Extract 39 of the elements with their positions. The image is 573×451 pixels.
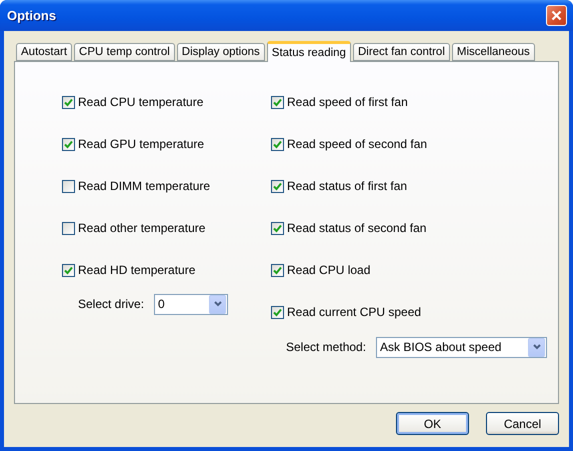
tab[interactable]: Display options: [176, 43, 265, 61]
checkbox[interactable]: [62, 264, 75, 276]
checkbox-label: Read CPU load: [287, 263, 370, 277]
checkbox-label: Read status of second fan: [287, 221, 426, 235]
checkbox[interactable]: [271, 180, 284, 192]
select-label: Select method:: [286, 340, 366, 354]
window-title: Options: [7, 8, 56, 23]
checkbox-label: Read DIMM temperature: [78, 179, 210, 193]
checkbox-label: Read speed of second fan: [287, 137, 428, 151]
dialog-button[interactable]: Cancel: [486, 412, 559, 435]
checkbox[interactable]: [62, 180, 75, 192]
checkbox[interactable]: [62, 96, 75, 108]
checkbox-label: Read status of first fan: [287, 179, 408, 193]
dropdown[interactable]: 0: [154, 294, 228, 314]
checkbox[interactable]: [271, 96, 284, 108]
checkbox[interactable]: [271, 222, 284, 234]
close-icon: [551, 10, 562, 21]
chevron-down-icon: [528, 338, 546, 356]
checkbox-label: Read other temperature: [78, 221, 206, 235]
checkbox[interactable]: [62, 138, 75, 150]
checkbox[interactable]: [271, 306, 284, 318]
tab[interactable]: Autostart: [16, 43, 72, 61]
checkbox[interactable]: [271, 264, 284, 276]
dropdown[interactable]: Ask BIOS about speed: [376, 336, 548, 358]
tab[interactable]: Direct fan control: [352, 43, 450, 61]
checkbox[interactable]: [62, 222, 75, 234]
tab[interactable]: Miscellaneous: [452, 43, 535, 61]
select-label: Select drive:: [78, 297, 144, 311]
checkbox[interactable]: [271, 138, 284, 150]
chevron-down-icon: [209, 294, 226, 314]
checkbox-label: Read GPU temperature: [78, 137, 204, 151]
tab[interactable]: CPU temp control: [74, 43, 175, 61]
close-button[interactable]: [546, 5, 567, 26]
dialog-button[interactable]: OK: [396, 412, 469, 435]
tab[interactable]: Status reading: [266, 41, 351, 62]
checkbox-label: Read current CPU speed: [287, 305, 422, 319]
checkbox-label: Read HD temperature: [78, 263, 196, 277]
checkbox-label: Read CPU temperature: [78, 95, 204, 109]
checkbox-label: Read speed of first fan: [287, 95, 408, 109]
